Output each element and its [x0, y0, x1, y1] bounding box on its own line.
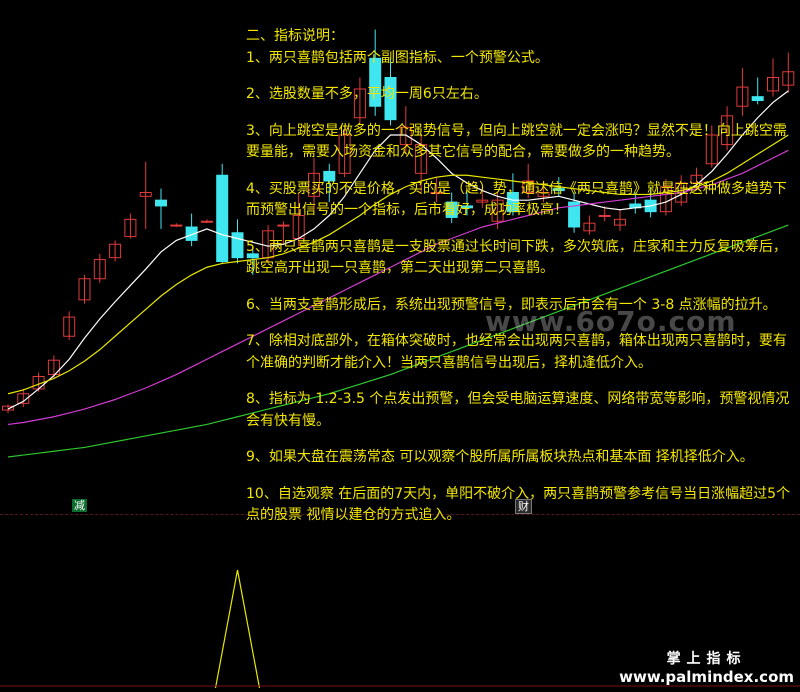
candle-body: [170, 224, 183, 227]
note-item-1: 1、两只喜鹊包括两个副图指标、一个预警公式。: [246, 49, 549, 66]
note-item-5: 5、两只喜鹊两只喜鹊是一支股票通过长时间下跌，多次筑底，庄家和主力反复吸筹后，跳…: [246, 238, 787, 277]
candle-body: [155, 199, 167, 207]
note-item-4: 4、买股票买的不是价格，买的是（趋）势，通达信《两只喜鹊》就是在这种做多趋势下而…: [246, 180, 787, 219]
candle: [78, 274, 91, 304]
stock-chart-window: 减 财 www.6o7o.com 二、指标说明： 1、两只喜鹊包括两个副图指标、…: [0, 0, 800, 692]
note-item-8: 8、指标为 1.2-3.5 个点发出预警，但会受电脑运算速度、网络带宽等影响，预…: [246, 391, 790, 429]
note-item-10: 10、自选观察 在后面的7天内，单阳不破介入，两只喜鹊预警参考信号当日涨幅超过5…: [246, 485, 791, 524]
note-item-2: 2、选股数量不多，平均一周6只左右。: [246, 86, 488, 102]
candle: [185, 213, 198, 247]
candle: [170, 223, 183, 227]
candle-body: [231, 232, 244, 259]
note-item-9: 9、如果大盘在震荡常态 可以观察个股所属所属板块热点和基本面 择机择低介入。: [246, 449, 754, 465]
candle: [231, 219, 244, 264]
notes-title: 二、指标说明：: [246, 28, 344, 44]
reduce-badge[interactable]: 减: [72, 499, 87, 512]
candle: [93, 253, 106, 283]
indicator-notes: 二、指标说明： 1、两只喜鹊包括两个副图指标、一个预警公式。 2、选股数量不多，…: [246, 26, 798, 542]
candle: [63, 311, 76, 341]
candle: [124, 213, 137, 239]
note-item-6: 6、当两支喜鹊形成后，系统出现预警信号，即表示后市会有一个 3-8 点涨幅的拉升…: [246, 296, 777, 313]
signal-spike: [214, 569, 261, 689]
candle: [139, 161, 152, 229]
candle: [109, 240, 122, 262]
candle-body: [200, 220, 213, 223]
note-item-3: 3、向上跳空是做多的一个强势信号，但向上跳空就一定会涨吗？显然不是！向上跳空需要…: [246, 122, 787, 161]
candle: [200, 219, 213, 224]
brand-url: www.palmindex.com: [619, 668, 794, 686]
brand-logo: 掌上指标 www.palmindex.com: [619, 648, 794, 686]
candle-body: [216, 174, 229, 262]
brand-name: 掌上指标: [666, 651, 747, 667]
candle: [155, 188, 167, 229]
candle: [216, 163, 229, 264]
note-item-7: 7、除相对底部外，在箱体突破时，也经常会出现两只喜鹊，箱体出现两只喜鹊时，要有个…: [246, 333, 787, 371]
